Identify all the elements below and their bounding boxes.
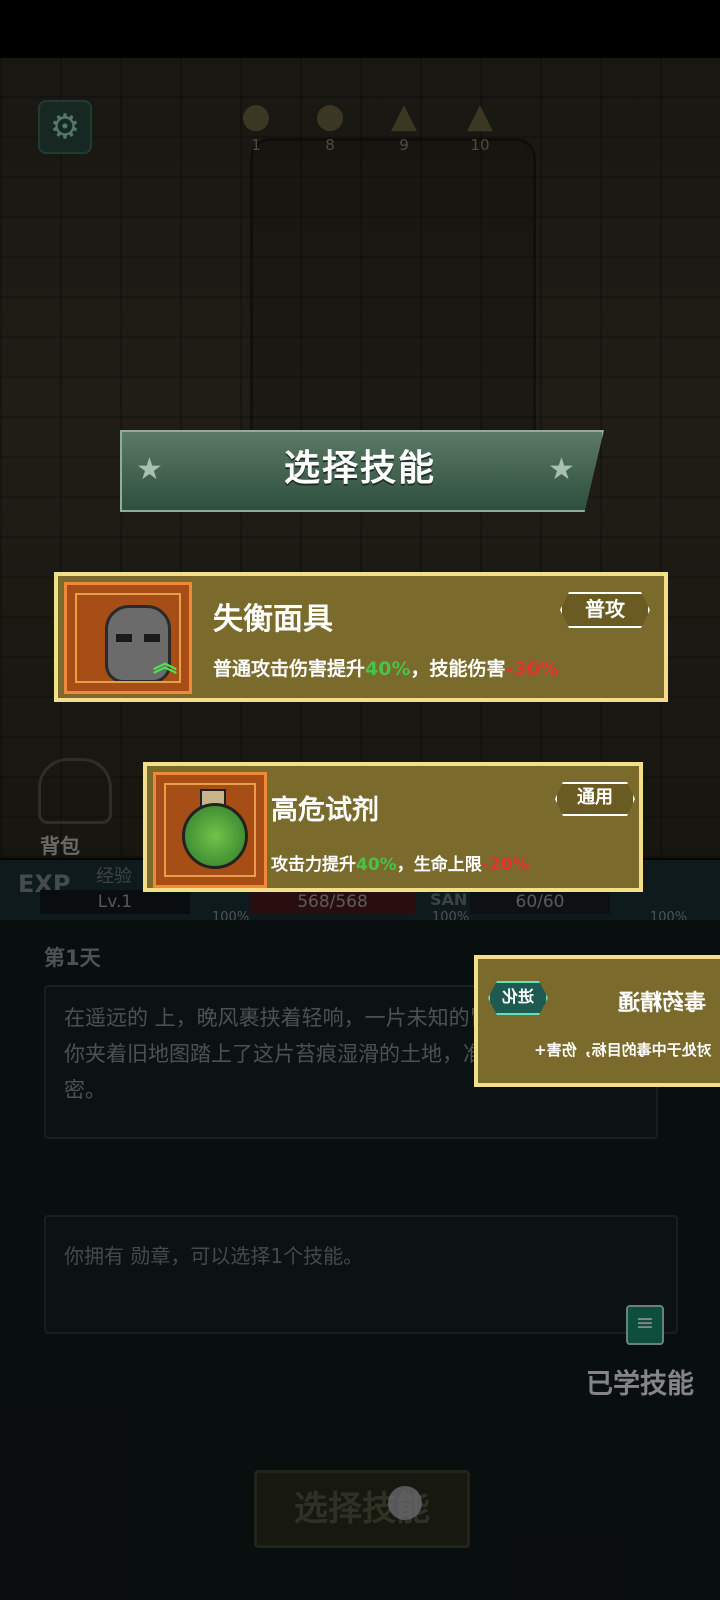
skill-desc: 攻击力提升40%，生命上限-20%: [271, 855, 530, 875]
potion-neck: [200, 789, 226, 811]
skill-name: 毒药精通: [617, 991, 706, 1016]
skill-desc: 普通攻击伤害提升40%，技能伤害-30%: [213, 658, 559, 680]
banner-title: 选择技能: [283, 448, 436, 489]
skill-card-potion[interactable]: 高危试剂 通用 攻击力提升40%，生命上限-20%: [143, 762, 643, 892]
skill-name: 高危试剂: [271, 795, 379, 826]
skill-name: 失衡面具: [213, 602, 333, 637]
skill-desc: 对处于中毒的目标，伤害+: [534, 1041, 712, 1059]
skill-icon-frame: [153, 772, 267, 888]
status-bar: [0, 0, 720, 58]
skill-icon-frame: ︽: [64, 582, 192, 694]
skill-tag: 进化: [488, 981, 548, 1015]
mask-icon: [105, 605, 171, 683]
skill-card-mask[interactable]: ︽ 失衡面具 普攻 普通攻击伤害提升40%，技能伤害-30%: [54, 572, 668, 702]
skill-card-poison[interactable]: 进化 毒药精通 对处于中毒的目标，伤害+: [474, 955, 720, 1087]
skill-tag: 普攻: [560, 592, 650, 628]
potion-icon: [182, 803, 248, 869]
chevron-up-icon: ︽: [153, 649, 177, 677]
skill-tag: 通用: [555, 782, 635, 816]
